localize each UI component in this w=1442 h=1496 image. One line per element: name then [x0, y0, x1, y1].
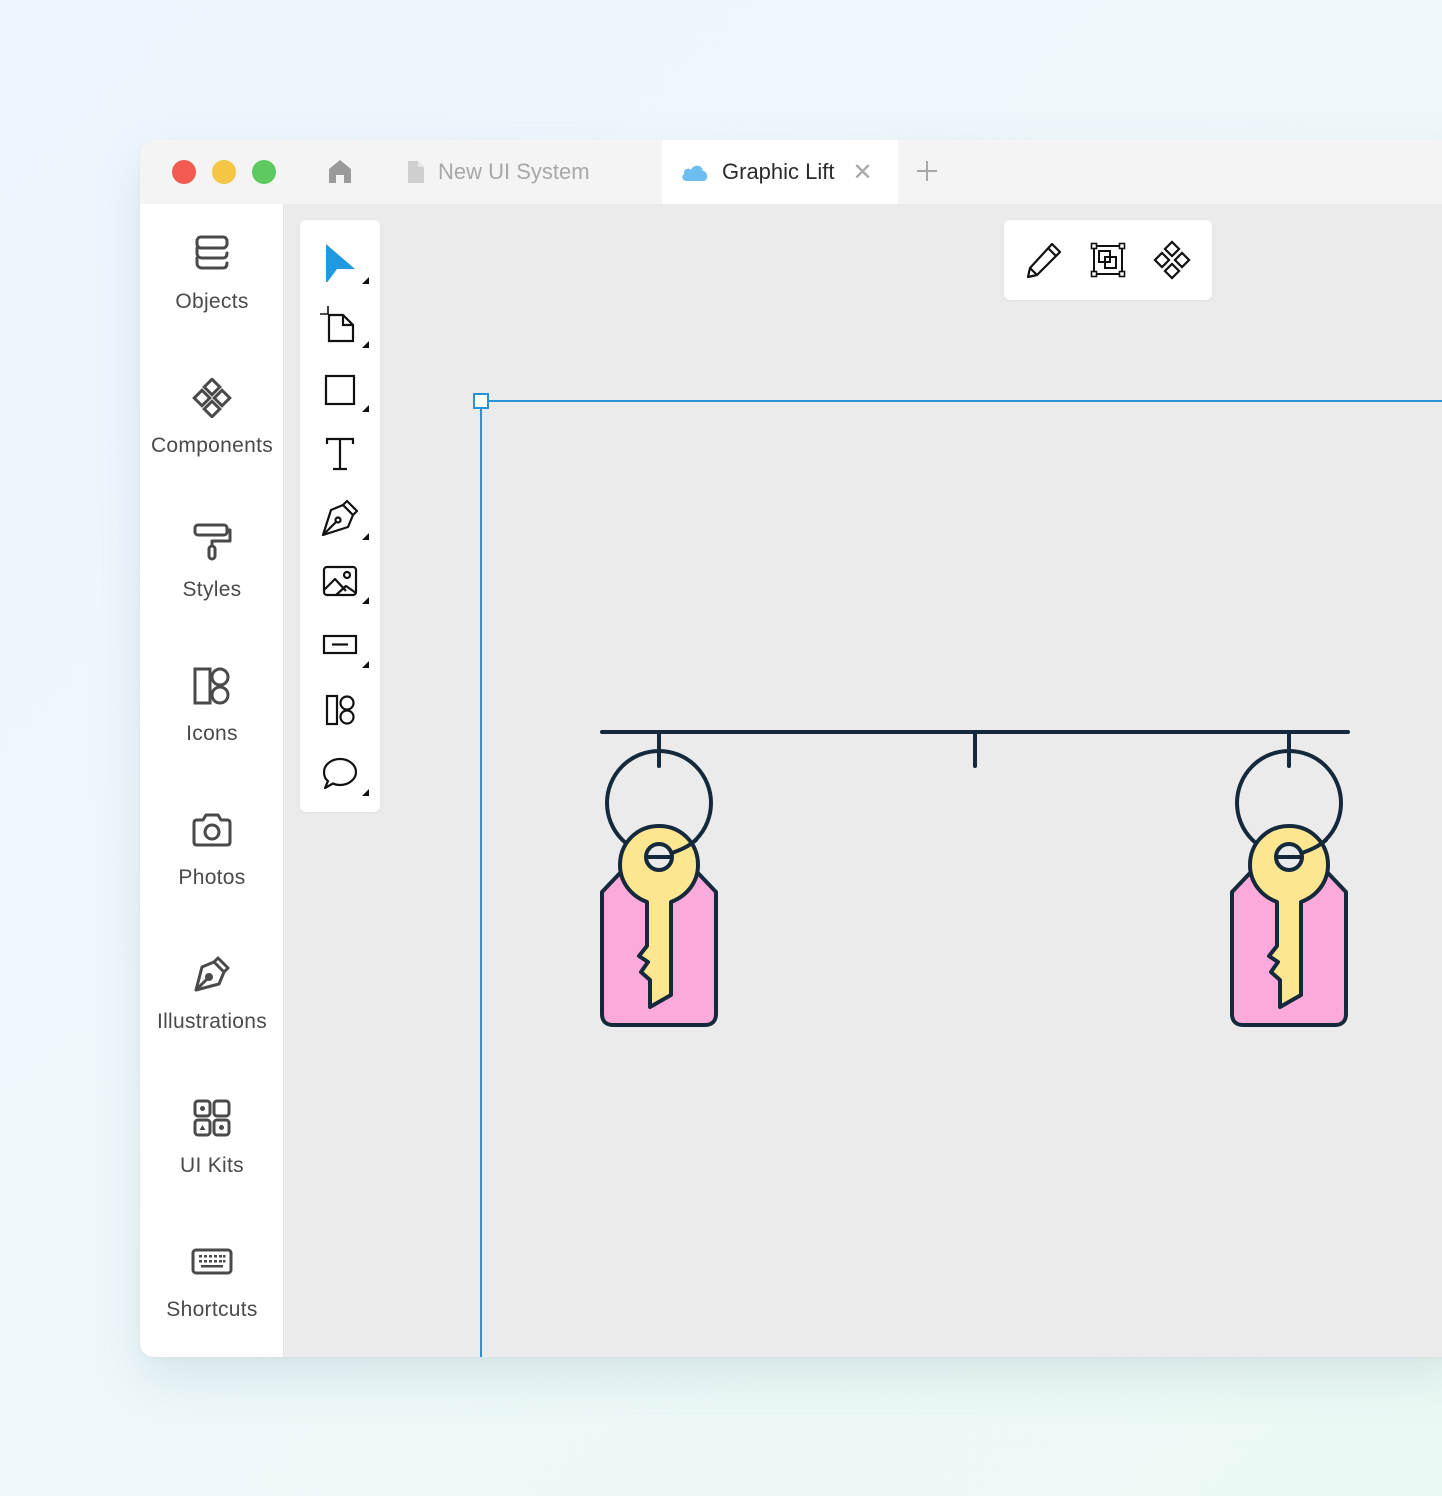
pen-nib-icon [194, 956, 230, 992]
close-window-button[interactable] [172, 160, 196, 184]
tool-pen[interactable] [300, 484, 380, 548]
ui-kits-icon [193, 1099, 231, 1137]
edit-button[interactable] [1024, 240, 1064, 280]
submenu-indicator-icon [362, 661, 369, 668]
paint-roller-icon [193, 523, 232, 561]
icons-icon [325, 694, 355, 726]
key-tag-right [1230, 730, 1348, 1027]
sidebar-item-ui-kits[interactable]: UI Kits [140, 1098, 284, 1228]
title-bar: New UI System Graphic Lift ✕ [140, 140, 1442, 204]
keys-illustration[interactable] [580, 710, 1360, 1050]
plus-icon [917, 161, 937, 181]
sidebar-item-illustrations[interactable]: Illustrations [140, 954, 284, 1084]
new-tab-button[interactable] [912, 156, 942, 186]
sidebar-label: Photos [178, 866, 246, 889]
image-icon [322, 565, 358, 597]
cursor-arrow-icon [326, 244, 355, 282]
minimize-window-button[interactable] [212, 160, 236, 184]
artboard-resize-handle[interactable] [473, 393, 489, 409]
artboard-border-top [481, 400, 1442, 402]
text-icon [325, 437, 355, 471]
layers-icon [195, 235, 229, 270]
submenu-indicator-icon [362, 789, 369, 796]
rectangle-icon [324, 374, 356, 406]
tab-label: New UI System [438, 159, 590, 184]
app-window: New UI System Graphic Lift ✕ Objects Com… [140, 140, 1442, 1357]
sidebar-label: Illustrations [156, 1010, 268, 1033]
pen-icon [321, 499, 359, 537]
tab-graphic-lift[interactable]: Graphic Lift ✕ [662, 140, 898, 204]
document-icon [406, 160, 426, 184]
context-toolbar [1004, 220, 1212, 300]
home-icon [329, 160, 351, 183]
artboard-border-left [480, 400, 482, 1357]
tool-image[interactable] [300, 548, 380, 612]
tool-icons[interactable] [300, 676, 380, 740]
sidebar-label: UI Kits [180, 1154, 244, 1177]
group-button[interactable] [1088, 240, 1128, 280]
sidebar-item-photos[interactable]: Photos [140, 810, 284, 940]
sidebar-item-shortcuts[interactable]: Shortcuts [140, 1242, 284, 1357]
artboard-icon [320, 306, 355, 343]
sidebar-item-components[interactable]: Components [140, 378, 284, 508]
icons-icon [193, 667, 230, 705]
sidebar-item-styles[interactable]: Styles [140, 522, 284, 652]
submenu-indicator-icon [362, 597, 369, 604]
sidebar-item-icons[interactable]: Icons [140, 666, 284, 796]
tool-button[interactable] [300, 612, 380, 676]
sidebar-label: Shortcuts [166, 1298, 258, 1321]
submenu-indicator-icon [362, 533, 369, 540]
key-tag-left [600, 730, 718, 1027]
sidebar-item-objects[interactable]: Objects [140, 234, 284, 364]
close-tab-button[interactable]: ✕ [853, 158, 873, 187]
tool-artboard[interactable] [300, 292, 380, 356]
camera-icon [192, 813, 232, 847]
sidebar-label: Styles [182, 578, 242, 601]
components-icon [1153, 240, 1191, 280]
sidebar-label: Components [150, 434, 274, 457]
tool-rectangle[interactable] [300, 356, 380, 420]
cloud-icon [680, 162, 710, 182]
sidebar-label: Icons [186, 722, 238, 745]
group-icon [1090, 242, 1126, 278]
create-component-button[interactable] [1152, 240, 1192, 280]
components-icon [192, 378, 232, 418]
submenu-indicator-icon [362, 277, 369, 284]
maximize-window-button[interactable] [252, 160, 276, 184]
tab-new-ui-system[interactable]: New UI System [406, 140, 590, 204]
sidebar: Objects Components Styles Icons Photos I… [140, 204, 284, 1357]
tool-palette [300, 220, 380, 812]
tool-select[interactable] [300, 228, 380, 292]
home-button[interactable] [326, 157, 354, 185]
submenu-indicator-icon [362, 341, 369, 348]
keyboard-icon [191, 1248, 233, 1275]
button-icon [322, 634, 358, 655]
tool-text[interactable] [300, 420, 380, 484]
submenu-indicator-icon [362, 405, 369, 412]
tab-label: Graphic Lift [722, 159, 835, 184]
comment-icon [322, 757, 358, 790]
tool-comment[interactable] [300, 740, 380, 804]
sidebar-label: Objects [175, 290, 249, 313]
pencil-icon [1026, 242, 1062, 279]
